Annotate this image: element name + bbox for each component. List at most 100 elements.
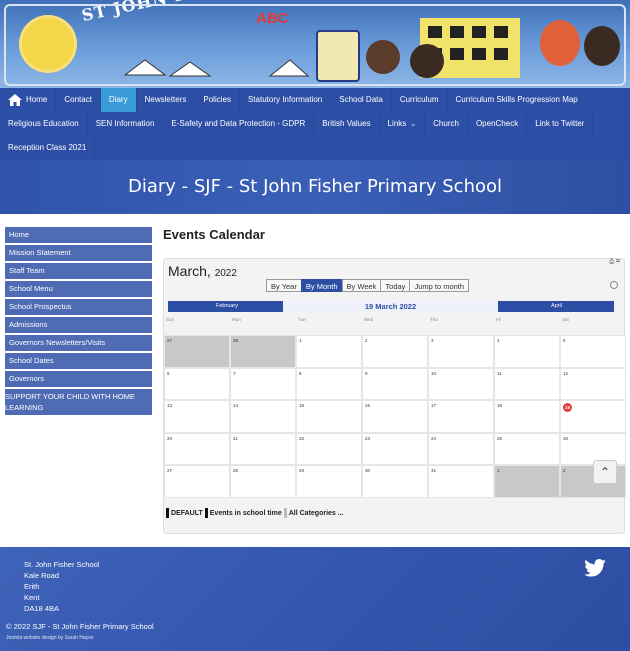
day-number: 8 (299, 370, 302, 376)
footer-credit[interactable]: Joomla website design by Sarah Hayes (6, 635, 94, 641)
day-number: 14 (233, 403, 239, 408)
day-number: 6 (167, 370, 170, 376)
day-number: 12 (563, 370, 569, 376)
legend-events-in-school-time[interactable]: Events in school time (210, 510, 282, 517)
calendar-day[interactable]: 5 (560, 335, 626, 368)
day-number: 23 (365, 435, 371, 441)
main-navigation: Home Contact Diary Newsletters Policies … (0, 88, 630, 160)
nav-contact[interactable]: Contact (56, 88, 101, 112)
day-name: Thu (430, 317, 438, 322)
calendar-day[interactable]: 10 (428, 367, 494, 400)
calendar-day[interactable]: 7 (230, 367, 296, 400)
view-today-button[interactable]: Today (380, 279, 411, 292)
calendar-day[interactable]: 8 (296, 367, 362, 400)
view-by-week-button[interactable]: By Week (341, 279, 382, 292)
calendar-day[interactable]: 6 (164, 367, 230, 400)
calendar-day[interactable]: 22 (296, 432, 362, 465)
calendar-day[interactable]: 3 (428, 335, 494, 368)
nav-link-to-twitter[interactable]: Link to Twitter (527, 112, 594, 136)
nav-links[interactable]: Links ⌄ (380, 112, 426, 136)
sidebar-item-home[interactable]: Home (5, 227, 152, 243)
day-name: Mon (232, 317, 241, 322)
jump-to-month-button[interactable]: Jump to month (409, 279, 470, 292)
next-month-link[interactable]: April (551, 301, 562, 312)
calendar-day[interactable]: 1 (494, 465, 560, 498)
calendar-day[interactable]: 23 (362, 432, 428, 465)
nav-row-2: Religious Education SEN Information E-Sa… (0, 112, 594, 136)
legend-default[interactable]: DEFAULT (171, 510, 203, 517)
home-icon (8, 94, 22, 106)
calendar-day[interactable]: 16 (362, 400, 428, 433)
nav-diary[interactable]: Diary (100, 88, 137, 112)
calendar-day[interactable]: 13 (164, 400, 230, 433)
calendar-day[interactable]: 9 (362, 367, 428, 400)
calendar-day[interactable]: 25 (494, 432, 560, 465)
nav-sen-information[interactable]: SEN Information (88, 112, 164, 136)
calendar-day[interactable]: 29 (296, 465, 362, 498)
sidebar-item-governors[interactable]: Governors (5, 371, 152, 387)
calendar-day[interactable]: 31 (428, 465, 494, 498)
nav-school-data[interactable]: School Data (331, 88, 392, 112)
calendar-day[interactable]: 2 (362, 335, 428, 368)
calendar-day[interactable]: 1 (296, 335, 362, 368)
day-number: 4 (497, 338, 500, 343)
page-title: Diary - SJF - St John Fisher Primary Sch… (127, 176, 503, 197)
sidebar-item-school-prospectus[interactable]: School Prospectus (5, 299, 152, 315)
day-number: 17 (431, 403, 437, 408)
nav-esafety[interactable]: E-Safety and Data Protection - GDPR (163, 112, 315, 136)
nav-policies[interactable]: Policies (195, 88, 240, 112)
nav-opencheck[interactable]: OpenCheck (468, 112, 528, 136)
sidebar-item-home-learning[interactable]: SUPPORT YOUR CHILD WITH HOME LEARNING (5, 389, 152, 415)
day-number: 27 (167, 468, 173, 473)
day-number: 11 (497, 370, 502, 376)
calendar-day[interactable]: 4 (494, 335, 560, 368)
calendar-day[interactable]: 20 (164, 432, 230, 465)
calendar-day[interactable]: 17 (428, 400, 494, 433)
sidebar-item-school-dates[interactable]: School Dates (5, 353, 152, 369)
calendar-day-today[interactable]: 19 (560, 400, 626, 433)
sidebar-item-mission-statement[interactable]: Mission Statement (5, 245, 152, 261)
calendar-day[interactable]: 30 (362, 465, 428, 498)
nav-religious-education[interactable]: Religious Education (0, 112, 88, 136)
nav-church[interactable]: Church (425, 112, 468, 136)
sidebar-item-school-menu[interactable]: School Menu (5, 281, 152, 297)
nav-reception-class[interactable]: Reception Class 2021 (0, 136, 96, 160)
calendar-day[interactable]: 12 (560, 367, 626, 400)
calendar-day[interactable]: 18 (494, 400, 560, 433)
calendar-day[interactable]: 21 (230, 432, 296, 465)
nav-statutory-information[interactable]: Statutory Information (240, 88, 332, 112)
prev-month-link[interactable]: February (216, 301, 238, 312)
calendar-day[interactable]: 14 (230, 400, 296, 433)
calendar-day[interactable]: 24 (428, 432, 494, 465)
back-to-top-button[interactable]: ⌃ (593, 460, 617, 484)
sidebar-item-staff-team[interactable]: Staff Team (5, 263, 152, 279)
nav-links-label: Links (387, 119, 407, 128)
events-calendar-heading: Events Calendar (163, 227, 265, 242)
sidebar-item-admissions[interactable]: Admissions (5, 317, 152, 333)
view-by-month-button[interactable]: By Month (300, 279, 343, 292)
search-icon[interactable] (610, 281, 618, 289)
nav-newsletters[interactable]: Newsletters (137, 88, 196, 112)
calendar-day[interactable]: 15 (296, 400, 362, 433)
nav-british-values[interactable]: British Values (314, 112, 380, 136)
calendar-day[interactable]: 27 (164, 335, 230, 368)
legend-all-categories[interactable]: All Categories ... (289, 510, 344, 517)
twitter-icon[interactable] (584, 559, 606, 577)
print-icon[interactable]: ⎙ ✉ (609, 259, 620, 266)
double-chevron-up-icon: ⌃ (599, 465, 611, 479)
day-name: Wed (364, 317, 374, 322)
view-by-year-button[interactable]: By Year (266, 279, 302, 292)
nav-curriculum-skills[interactable]: Curriculum Skills Progression Map (448, 88, 587, 112)
nav-curriculum[interactable]: Curriculum (392, 88, 448, 112)
calendar-day[interactable]: 11 (494, 367, 560, 400)
day-number: 26 (563, 435, 569, 441)
day-number: 15 (299, 403, 305, 408)
day-number: 18 (497, 403, 503, 408)
category-legend: DEFAULT Events in school time All Catego… (166, 508, 346, 518)
nav-home[interactable]: Home (0, 88, 57, 112)
calendar-day[interactable]: 28 (230, 465, 296, 498)
sidebar-item-governors-newsletters[interactable]: Governors Newsletters/Visits (5, 335, 152, 351)
day-number: 28 (233, 338, 239, 343)
calendar-day[interactable]: 28 (230, 335, 296, 368)
calendar-day[interactable]: 27 (164, 465, 230, 498)
